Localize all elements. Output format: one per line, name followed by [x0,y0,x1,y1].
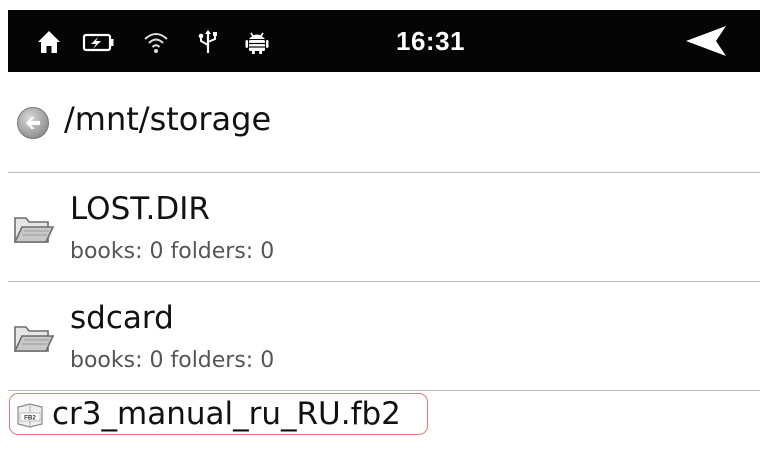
usb-icon [198,30,217,53]
list-item-sdcard[interactable]: sdcard books: 0 folders: 0 [8,282,760,390]
back-button[interactable] [682,24,732,58]
path-bar: /mnt/storage [8,72,760,172]
file-name: cr3_manual_ru_RU.fb2 [52,396,401,432]
battery-charging-icon [82,33,114,52]
folder-summary: books: 0 folders: 0 [70,239,275,264]
current-path: /mnt/storage [64,100,272,138]
android-icon [245,32,269,54]
folder-icon [13,217,55,243]
clock-time: 16:31 [396,26,465,56]
folder-summary: books: 0 folders: 0 [70,348,275,373]
home-icon[interactable] [36,29,62,55]
folder-icon [13,326,55,352]
wifi-icon [144,33,168,53]
list-item-fb2-file[interactable]: FB2 cr3_manual_ru_RU.fb2 [9,393,428,435]
status-bar: 16:31 [8,10,760,72]
file-badge: FB2 [24,415,36,422]
list-item-lost-dir[interactable]: LOST.DIR books: 0 folders: 0 [8,173,760,281]
folder-name: sdcard [70,300,174,336]
folder-name: LOST.DIR [70,191,210,227]
fb2-file-icon: FB2 [17,403,43,428]
navigate-up-icon[interactable] [16,106,50,140]
file-browser: /mnt/storage LOST.DIR books: 0 folders: … [8,72,760,469]
divider [8,390,760,391]
